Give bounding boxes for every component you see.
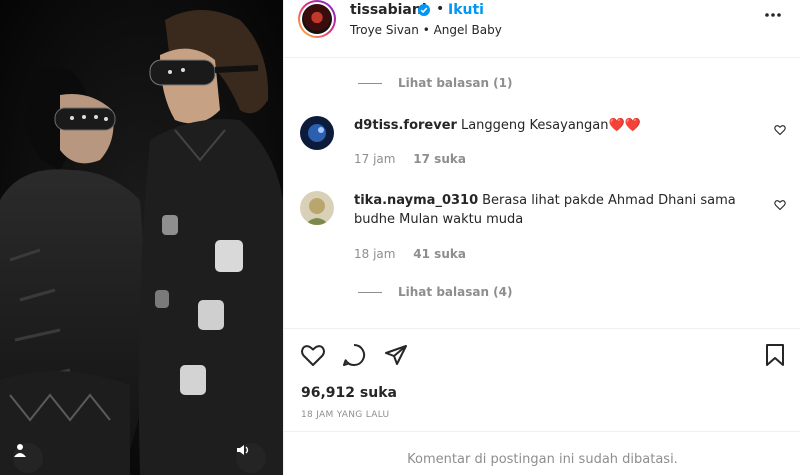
- comment-text-block: d9tiss.forever Langgeng Kesayangan❤️❤️: [354, 116, 754, 135]
- post-header: tissabiani • Ikuti Troye Sivan • Angel B…: [284, 0, 800, 58]
- post-detail-panel: tissabiani • Ikuti Troye Sivan • Angel B…: [283, 0, 800, 475]
- sound-icon: [237, 445, 249, 455]
- header-separator: •: [436, 1, 445, 17]
- comment-text-block: tika.nayma_0310 Berasa lihat pakde Ahmad …: [354, 191, 754, 229]
- post-username[interactable]: tissabiani: [350, 2, 427, 18]
- profile-avatar[interactable]: [298, 0, 336, 38]
- comments-restricted-notice: Komentar di postingan ini sudah dibatasi…: [407, 452, 678, 467]
- post-photo: [0, 0, 283, 475]
- comments-list: Lihat balasan (1) d9tiss.forever Langgeng…: [284, 58, 800, 328]
- view-replies-label: Lihat balasan (1): [398, 76, 513, 90]
- commenter-avatar[interactable]: [300, 191, 334, 225]
- post-likes-count[interactable]: 96,912 suka: [301, 385, 397, 401]
- sound-button[interactable]: [236, 443, 266, 473]
- comment-time: 17 jam: [354, 152, 396, 166]
- heart-icon[interactable]: [300, 343, 326, 367]
- comment-icon[interactable]: [342, 343, 366, 367]
- comment-time: 18 jam: [354, 247, 396, 261]
- heart-icon[interactable]: [774, 199, 786, 211]
- view-replies-label: Lihat balasan (4): [398, 285, 513, 299]
- view-replies-button[interactable]: Lihat balasan (4): [358, 285, 513, 299]
- share-icon[interactable]: [384, 343, 408, 367]
- more-horizontal-icon[interactable]: [764, 12, 782, 18]
- comment-meta: 18 jam 41 suka: [354, 247, 466, 261]
- view-replies-button[interactable]: Lihat balasan (1): [358, 76, 513, 90]
- replies-divider: [358, 82, 382, 84]
- comment-footer: Komentar di postingan ini sudah dibatasi…: [284, 431, 800, 475]
- commenter-avatar[interactable]: [300, 116, 334, 150]
- comment-text: Langgeng Kesayangan❤️❤️: [460, 118, 641, 133]
- verified-badge-icon: [418, 4, 430, 16]
- post-timestamp: 18 JAM YANG LALU: [301, 410, 390, 420]
- replies-divider: [358, 291, 382, 293]
- audio-track-link[interactable]: Troye Sivan • Angel Baby: [350, 23, 502, 37]
- comment-username[interactable]: tika.nayma_0310: [354, 193, 478, 208]
- post-media[interactable]: [0, 0, 283, 475]
- user-tag-icon: [14, 444, 26, 457]
- comment-username[interactable]: d9tiss.forever: [354, 118, 457, 133]
- bookmark-icon[interactable]: [765, 343, 785, 367]
- post-actions: 96,912 suka 18 JAM YANG LALU: [284, 328, 800, 431]
- heart-icon[interactable]: [774, 124, 786, 136]
- follow-button[interactable]: Ikuti: [448, 2, 484, 18]
- user-tag-button[interactable]: [13, 443, 43, 473]
- comment-meta: 17 jam 17 suka: [354, 152, 466, 166]
- comment-likes[interactable]: 41 suka: [413, 247, 466, 261]
- comment-likes[interactable]: 17 suka: [413, 152, 466, 166]
